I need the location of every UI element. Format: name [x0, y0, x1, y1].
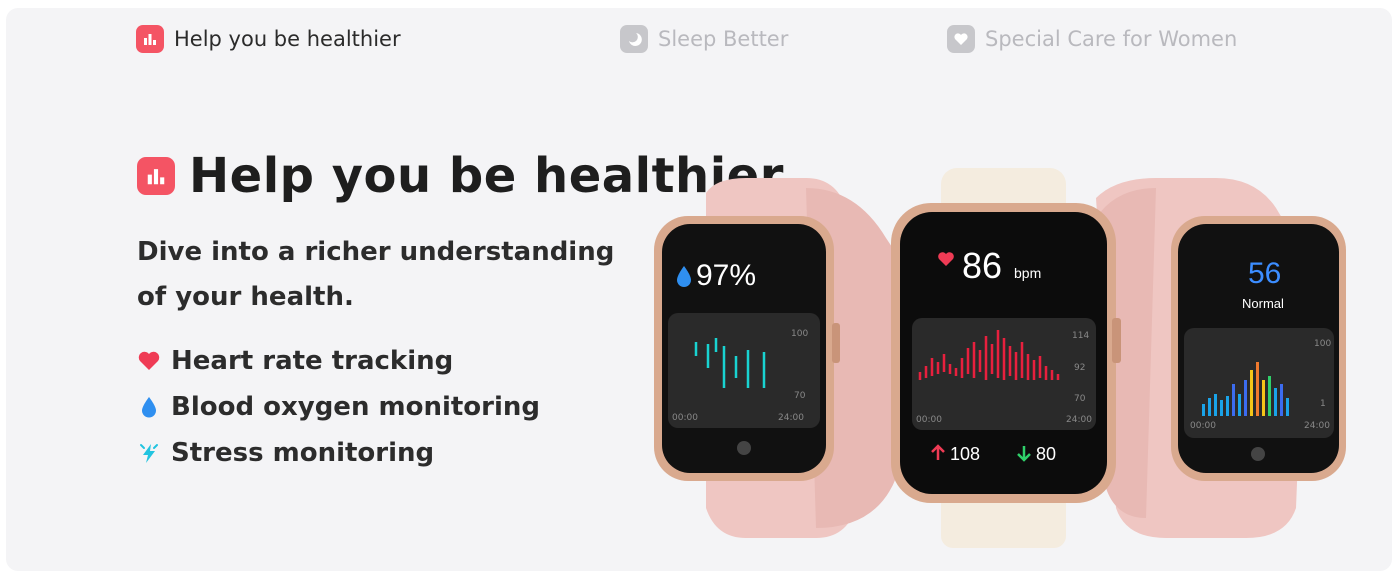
left-y-top: 100	[791, 329, 808, 339]
stress-bolt-icon	[137, 441, 161, 465]
left-watch: 97% 100 70 00:00 24:00	[654, 216, 840, 481]
center-watch-min: 80	[1036, 444, 1056, 464]
feature-label: Heart rate tracking	[171, 346, 454, 376]
right-y-top: 100	[1314, 339, 1331, 349]
center-watch-max: 108	[950, 444, 980, 464]
feature-heart-rate: Heart rate tracking	[137, 338, 540, 384]
bar-chart-icon	[137, 157, 175, 195]
center-watch-value: 86	[962, 245, 1002, 286]
moon-icon	[620, 25, 648, 53]
left-watch-value: 97%	[696, 259, 756, 292]
tab-sleep[interactable]: Sleep Better	[620, 24, 788, 54]
center-x-start: 00:00	[916, 415, 942, 425]
tab-label: Help you be healthier	[174, 27, 401, 51]
tab-women-care[interactable]: Special Care for Women	[947, 24, 1237, 54]
center-y-mid: 92	[1074, 363, 1085, 373]
center-y-bottom: 70	[1074, 394, 1086, 404]
heart-icon	[137, 349, 161, 373]
right-watch: 56 Normal 100 1 00:00 24:00	[1171, 216, 1346, 481]
center-x-end: 24:00	[1066, 415, 1092, 425]
tab-healthier[interactable]: Help you be healthier	[136, 24, 401, 54]
tab-label: Special Care for Women	[985, 27, 1238, 51]
left-x-start: 00:00	[672, 413, 698, 423]
section-subtitle: Dive into a richer understanding of your…	[137, 237, 615, 312]
right-x-start: 00:00	[1190, 421, 1216, 431]
left-y-bottom: 70	[794, 391, 806, 401]
right-watch-value: 56	[1248, 257, 1281, 290]
feature-label: Stress monitoring	[171, 438, 435, 468]
feature-list: Heart rate tracking Blood oxygen monitor…	[137, 338, 540, 476]
center-watch: 86 bpm 114 92 70 00:00 24:00 108 80	[891, 203, 1121, 503]
droplet-icon	[137, 395, 161, 419]
center-y-top: 114	[1072, 331, 1089, 341]
feature-panel: Help you be healthier Sleep Better Speci…	[6, 8, 1392, 571]
feature-blood-oxygen: Blood oxygen monitoring	[137, 384, 540, 430]
bar-chart-icon	[136, 25, 164, 53]
center-watch-unit: bpm	[1014, 265, 1041, 281]
feature-label: Blood oxygen monitoring	[171, 392, 541, 422]
right-y-bottom: 1	[1320, 399, 1326, 409]
right-watch-status: Normal	[1242, 296, 1284, 311]
tab-label: Sleep Better	[658, 27, 789, 51]
right-x-end: 24:00	[1304, 421, 1330, 431]
feature-tabs: Help you be healthier Sleep Better Speci…	[6, 8, 1392, 72]
watches-illustration: 97% 100 70 00:00 24:00 56 Normal 100 1 0…	[654, 168, 1346, 548]
left-x-end: 24:00	[778, 413, 804, 423]
feature-stress: Stress monitoring	[137, 430, 540, 476]
heart-icon	[947, 25, 975, 53]
